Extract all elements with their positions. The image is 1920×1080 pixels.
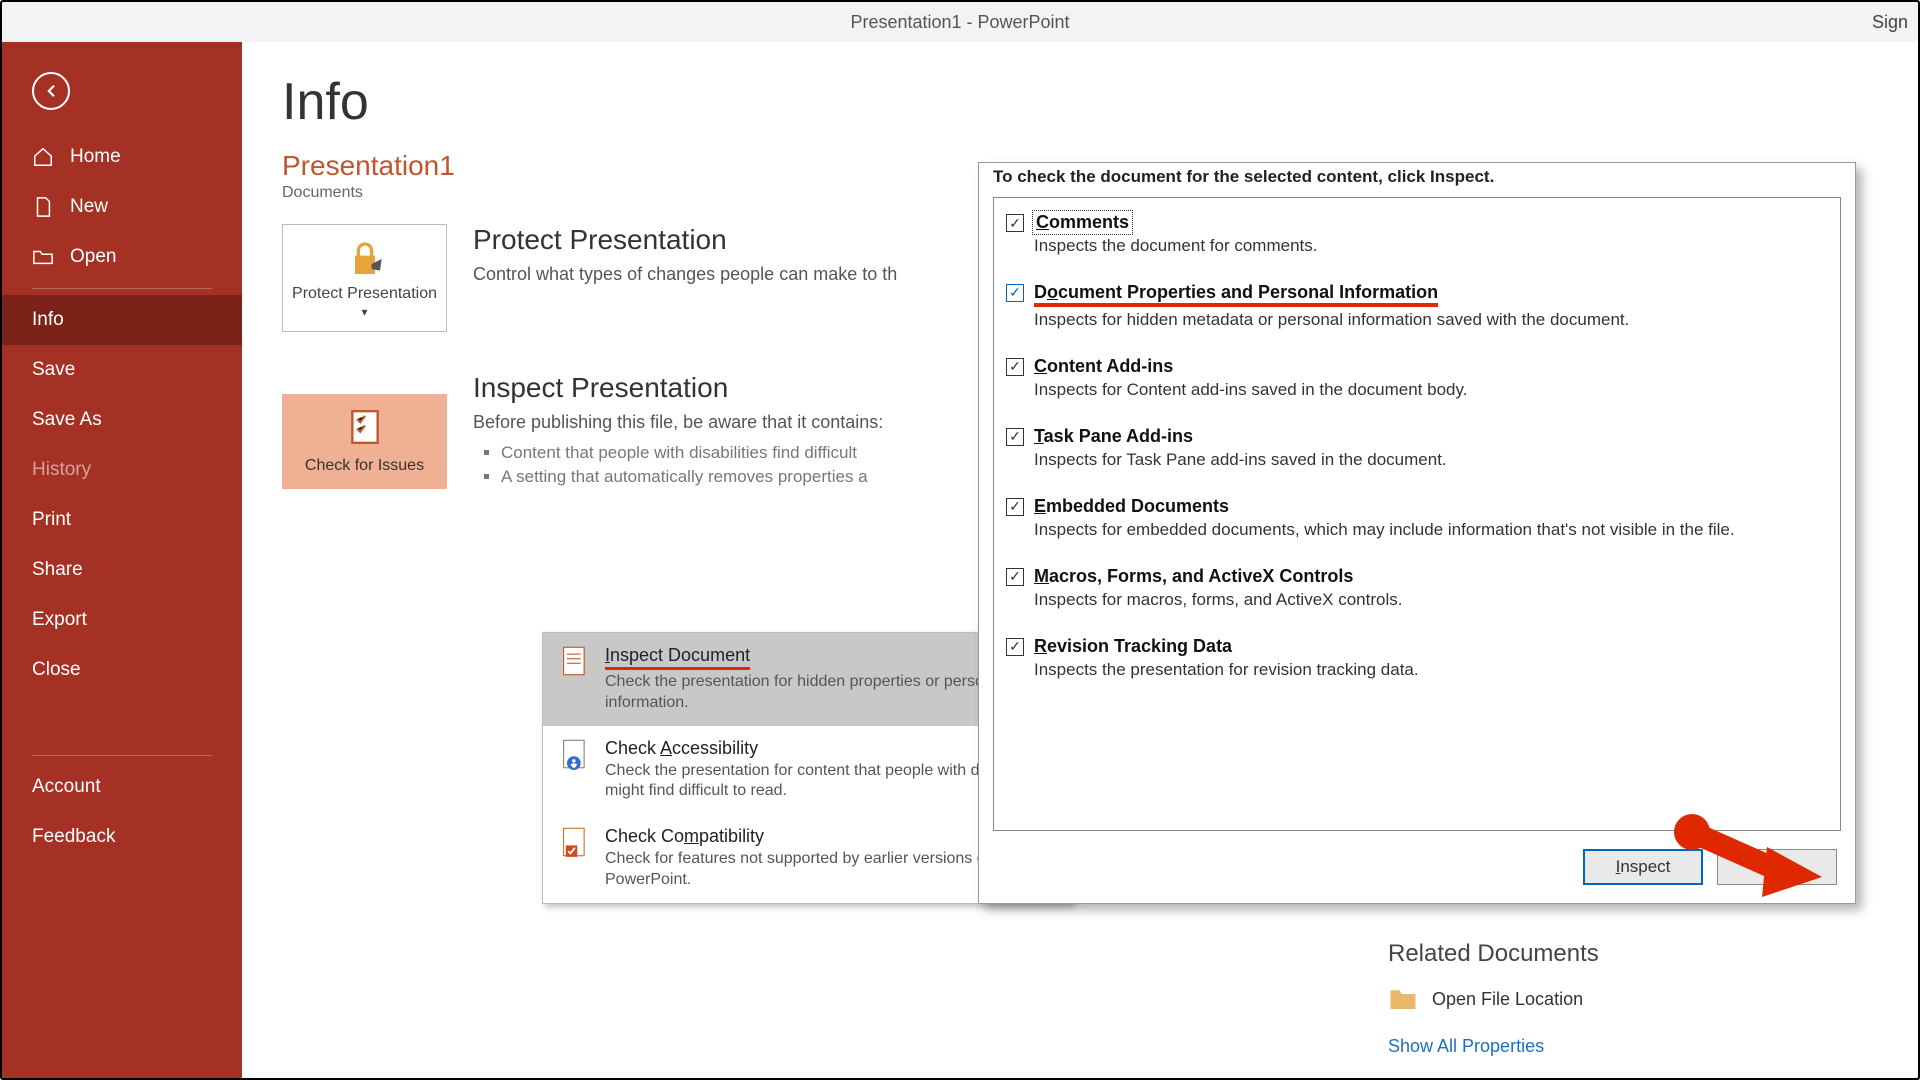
- checkbox-icon[interactable]: ✓: [1006, 638, 1024, 656]
- sidebar-item-label: New: [70, 196, 108, 218]
- lock-icon: [345, 239, 385, 279]
- sidebar-item-print[interactable]: Print: [2, 495, 242, 545]
- open-icon: [32, 246, 54, 268]
- inspector-options-list[interactable]: ✓ Comments Inspects the document for com…: [993, 197, 1841, 831]
- accessibility-icon: [559, 738, 591, 770]
- checkbox-icon[interactable]: ✓: [1006, 284, 1024, 302]
- inspect-button[interactable]: Inspect: [1583, 849, 1703, 885]
- protect-presentation-button[interactable]: Protect Presentation: [282, 224, 447, 332]
- option-desc: Inspects for Task Pane add-ins saved in …: [1034, 449, 1824, 472]
- sidebar-item-label: Save As: [32, 409, 102, 431]
- close-button[interactable]: Close: [1717, 849, 1837, 885]
- section-desc: Control what types of changes people can…: [473, 262, 897, 287]
- compatibility-icon: [559, 826, 591, 858]
- sidebar-item-label: Feedback: [32, 826, 115, 848]
- section-heading: Protect Presentation: [473, 224, 897, 256]
- inspector-option-macros[interactable]: ✓ Macros, Forms, and ActiveX Controls In…: [1000, 556, 1830, 626]
- sidebar-item-label: Export: [32, 609, 87, 631]
- sidebar-item-label: Info: [32, 309, 64, 331]
- sidebar-item-feedback[interactable]: Feedback: [2, 812, 242, 862]
- sidebar-item-info[interactable]: Info: [2, 295, 242, 345]
- option-desc: Inspects the presentation for revision t…: [1034, 659, 1824, 682]
- option-desc: Inspects for Content add-ins saved in th…: [1034, 379, 1824, 402]
- sidebar-item-save-as[interactable]: Save As: [2, 395, 242, 445]
- sidebar-item-label: Account: [32, 776, 101, 798]
- option-desc: Inspects for macros, forms, and ActiveX …: [1034, 589, 1824, 612]
- sidebar-item-save[interactable]: Save: [2, 345, 242, 395]
- divider: [32, 755, 212, 756]
- check-for-issues-button[interactable]: Check for Issues: [282, 394, 447, 489]
- checkbox-icon[interactable]: ✓: [1006, 428, 1024, 446]
- section-heading: Inspect Presentation: [473, 372, 883, 404]
- divider: [32, 288, 212, 289]
- sidebar-item-account[interactable]: Account: [2, 762, 242, 812]
- section-heading: Related Documents: [1388, 940, 1748, 968]
- sidebar-item-home[interactable]: Home: [2, 132, 242, 182]
- inspector-option-content-addins[interactable]: ✓ Content Add-ins Inspects for Content a…: [1000, 346, 1830, 416]
- sidebar-item-label: Home: [70, 146, 121, 168]
- related-documents-section: Related Documents Open File Location Sho…: [1388, 940, 1748, 1057]
- sidebar-item-label: Share: [32, 559, 83, 581]
- folder-icon: [1388, 986, 1418, 1012]
- sidebar-item-label: Open: [70, 246, 116, 268]
- page-title: Info: [282, 72, 1878, 132]
- dialog-instruction: To check the document for the selected c…: [979, 163, 1855, 197]
- checklist-icon: [346, 408, 384, 451]
- sidebar-item-label: Save: [32, 359, 75, 381]
- sidebar-item-share[interactable]: Share: [2, 545, 242, 595]
- checkbox-icon[interactable]: ✓: [1006, 214, 1024, 232]
- checkbox-icon[interactable]: ✓: [1006, 568, 1024, 586]
- bullet-item: Content that people with disabilities fi…: [501, 441, 883, 465]
- backstage-main: Info Presentation1 Documents Protect Pre…: [242, 42, 1918, 1080]
- checkbox-icon[interactable]: ✓: [1006, 498, 1024, 516]
- button-label: Check for Issues: [305, 457, 424, 475]
- show-all-properties-link[interactable]: Show All Properties: [1388, 1036, 1748, 1057]
- section-desc: Before publishing this file, be aware th…: [473, 410, 883, 435]
- link-label: Open File Location: [1432, 989, 1583, 1010]
- button-label: Protect Presentation: [289, 285, 440, 321]
- inspector-option-revision-data[interactable]: ✓ Revision Tracking Data Inspects the pr…: [1000, 626, 1830, 696]
- sidebar-item-new[interactable]: New: [2, 182, 242, 232]
- sidebar-item-label: Close: [32, 659, 81, 681]
- inspector-option-document-properties[interactable]: ✓ Document Properties and Personal Infor…: [1000, 272, 1830, 346]
- option-desc: Inspects for embedded documents, which m…: [1034, 519, 1824, 542]
- inspector-option-taskpane-addins[interactable]: ✓ Task Pane Add-ins Inspects for Task Pa…: [1000, 416, 1830, 486]
- document-inspector-dialog: To check the document for the selected c…: [978, 162, 1856, 904]
- checkbox-icon[interactable]: ✓: [1006, 358, 1024, 376]
- sidebar-item-export[interactable]: Export: [2, 595, 242, 645]
- open-file-location-link[interactable]: Open File Location: [1388, 986, 1748, 1012]
- arrow-left-icon: [42, 82, 60, 100]
- inspector-option-embedded-documents[interactable]: ✓ Embedded Documents Inspects for embedd…: [1000, 486, 1830, 556]
- option-desc: Inspects for hidden metadata or personal…: [1034, 309, 1824, 332]
- sidebar-item-history: History: [2, 445, 242, 495]
- inspector-option-comments[interactable]: ✓ Comments Inspects the document for com…: [1000, 202, 1830, 272]
- new-icon: [32, 196, 54, 218]
- sidebar-item-label: Print: [32, 509, 71, 531]
- sign-in-link[interactable]: Sign: [1872, 12, 1908, 33]
- option-desc: Inspects the document for comments.: [1034, 235, 1824, 258]
- sidebar-item-label: History: [32, 459, 91, 481]
- inspect-document-icon: [559, 645, 591, 677]
- window-title: Presentation1 - PowerPoint: [850, 12, 1069, 33]
- sidebar-item-open[interactable]: Open: [2, 232, 242, 282]
- bullet-item: A setting that automatically removes pro…: [501, 465, 883, 489]
- title-bar: Presentation1 - PowerPoint Sign: [2, 2, 1918, 42]
- sidebar-item-close[interactable]: Close: [2, 645, 242, 695]
- home-icon: [32, 146, 54, 168]
- backstage-sidebar: Home New Open Info Save Save As History …: [2, 42, 242, 1080]
- back-button[interactable]: [32, 72, 70, 110]
